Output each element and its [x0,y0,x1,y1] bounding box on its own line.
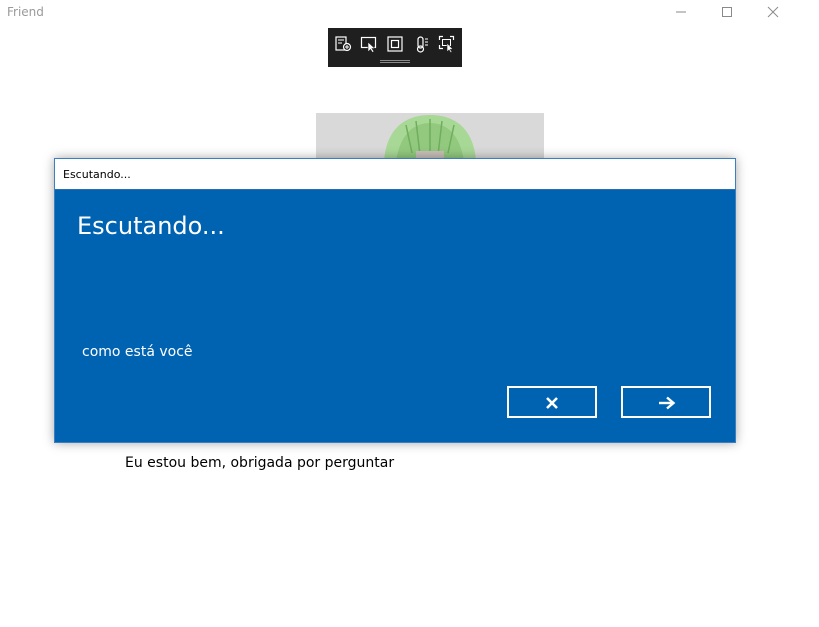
listening-heading: Escutando... [77,212,225,240]
character-avatar-image [316,113,544,161]
app-title: Friend [7,5,44,19]
continue-button[interactable] [621,386,711,418]
app-window: Friend Escutando... Escutando... como es… [0,0,819,627]
close-window-button[interactable] [750,0,796,24]
close-icon [767,6,779,18]
arrow-right-icon [659,396,676,410]
dialog-title-bar: Escutando... [55,159,735,190]
xaml-debug-toolbar [328,28,462,67]
dialog-title: Escutando... [63,168,131,181]
toolbar-grip[interactable] [380,60,410,61]
recognized-speech-text: como está você [82,344,193,360]
maximize-icon [722,7,732,17]
live-visual-tree-icon[interactable] [334,35,352,53]
maximize-button[interactable] [704,0,750,24]
speech-recognition-dialog: Escutando... Escutando... como está você [54,158,736,443]
track-focus-icon[interactable] [412,35,430,53]
close-icon [546,397,558,409]
preview-selection-icon[interactable] [438,35,456,54]
minimize-icon [676,11,686,13]
assistant-response-text: Eu estou bem, obrigada por perguntar [125,455,395,471]
minimize-button[interactable] [658,0,704,24]
select-element-icon[interactable] [360,35,378,53]
display-layout-adorners-icon[interactable] [386,35,404,53]
cancel-button[interactable] [507,386,597,418]
